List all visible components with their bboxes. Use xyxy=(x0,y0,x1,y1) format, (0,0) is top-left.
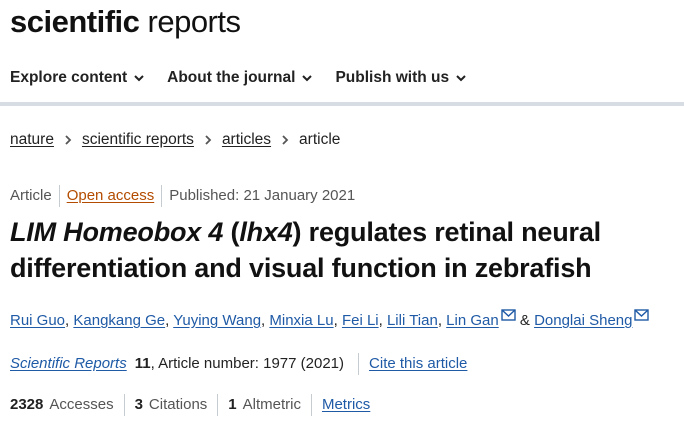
nav-publish-with-us[interactable]: Publish with us xyxy=(335,66,467,90)
author-separator: , xyxy=(378,312,387,329)
open-access-badge[interactable]: Open access xyxy=(67,185,155,207)
author-link[interactable]: Fei Li xyxy=(342,312,379,329)
author-link[interactable]: Kangkang Ge xyxy=(73,312,165,329)
altmetric-count: 1 xyxy=(228,396,237,413)
chevron-down-icon xyxy=(456,75,466,82)
breadcrumb-nature[interactable]: nature xyxy=(10,129,54,151)
chevron-down-icon xyxy=(134,75,144,82)
nav-label: About the journal xyxy=(167,69,296,86)
metrics-divider xyxy=(123,394,125,416)
author-link[interactable]: Donglai Sheng xyxy=(534,312,632,329)
site-logo[interactable]: scientific reports xyxy=(10,2,241,42)
author-separator: , xyxy=(165,312,174,329)
metrics-link[interactable]: Metrics xyxy=(322,394,370,416)
author-link[interactable]: Lin Gan xyxy=(446,312,499,329)
nav-explore-content[interactable]: Explore content xyxy=(10,66,145,90)
citation-divider xyxy=(358,353,360,375)
article-metrics: 2328 Accesses 3 Citations 1 Altmetric Me… xyxy=(10,394,370,416)
citations-count: 3 xyxy=(134,396,143,413)
article-type: Article xyxy=(10,187,52,204)
meta-divider xyxy=(161,185,163,207)
author-list: Rui Guo, Kangkang Ge, Yuying Wang, Minxi… xyxy=(10,309,650,332)
breadcrumb-scientific-reports[interactable]: scientific reports xyxy=(82,129,194,151)
breadcrumb: nature scientific reports articles artic… xyxy=(10,129,340,151)
author-link[interactable]: Rui Guo xyxy=(10,312,65,329)
author-and: & xyxy=(515,312,535,329)
email-icon[interactable] xyxy=(501,309,516,321)
author-separator: , xyxy=(437,312,447,329)
citation-line: Scientific Reports 11 , Article number: … xyxy=(10,353,467,375)
chevron-right-icon xyxy=(65,135,72,145)
altmetric-label: Altmetric xyxy=(242,396,301,413)
metrics-divider xyxy=(217,394,219,416)
title-italic: LIM Homeobox 4 xyxy=(10,217,224,247)
journal-link[interactable]: Scientific Reports xyxy=(10,353,127,375)
nav-label: Explore content xyxy=(10,69,128,86)
citations-label: Citations xyxy=(148,396,208,413)
breadcrumb-articles[interactable]: articles xyxy=(222,129,271,151)
article-meta: Article Open access Published: 21 Januar… xyxy=(10,185,355,207)
title-paren: ( xyxy=(223,217,240,247)
breadcrumb-current: article xyxy=(299,131,341,148)
main-nav: Explore content About the journal Publis… xyxy=(10,66,489,90)
article-title: LIM Homeobox 4 (lhx4) regulates retinal … xyxy=(10,214,680,286)
logo-scientific: scientific xyxy=(10,4,140,39)
author-separator: , xyxy=(333,312,342,329)
accesses-count: 2328 xyxy=(10,396,44,413)
author-link[interactable]: Lili Tian xyxy=(387,312,438,329)
author-link[interactable]: Yuying Wang xyxy=(173,312,261,329)
logo-reports: reports xyxy=(147,4,241,39)
chevron-right-icon xyxy=(282,135,289,145)
published-date: Published: 21 January 2021 xyxy=(169,187,356,204)
title-gene: lhx4 xyxy=(239,217,293,247)
author-link[interactable]: Minxia Lu xyxy=(269,312,333,329)
header-divider xyxy=(0,102,684,106)
email-icon[interactable] xyxy=(634,309,650,321)
metrics-divider xyxy=(310,394,312,416)
accesses-label: Accesses xyxy=(49,396,114,413)
chevron-right-icon xyxy=(205,135,212,145)
cite-this-article-link[interactable]: Cite this article xyxy=(369,353,467,375)
nav-label: Publish with us xyxy=(335,69,450,86)
article-number: , Article number: 1977 (2021) xyxy=(150,355,345,372)
nav-about-the-journal[interactable]: About the journal xyxy=(167,66,313,90)
meta-divider xyxy=(58,185,60,207)
journal-volume: 11 xyxy=(134,355,151,372)
chevron-down-icon xyxy=(302,75,313,82)
